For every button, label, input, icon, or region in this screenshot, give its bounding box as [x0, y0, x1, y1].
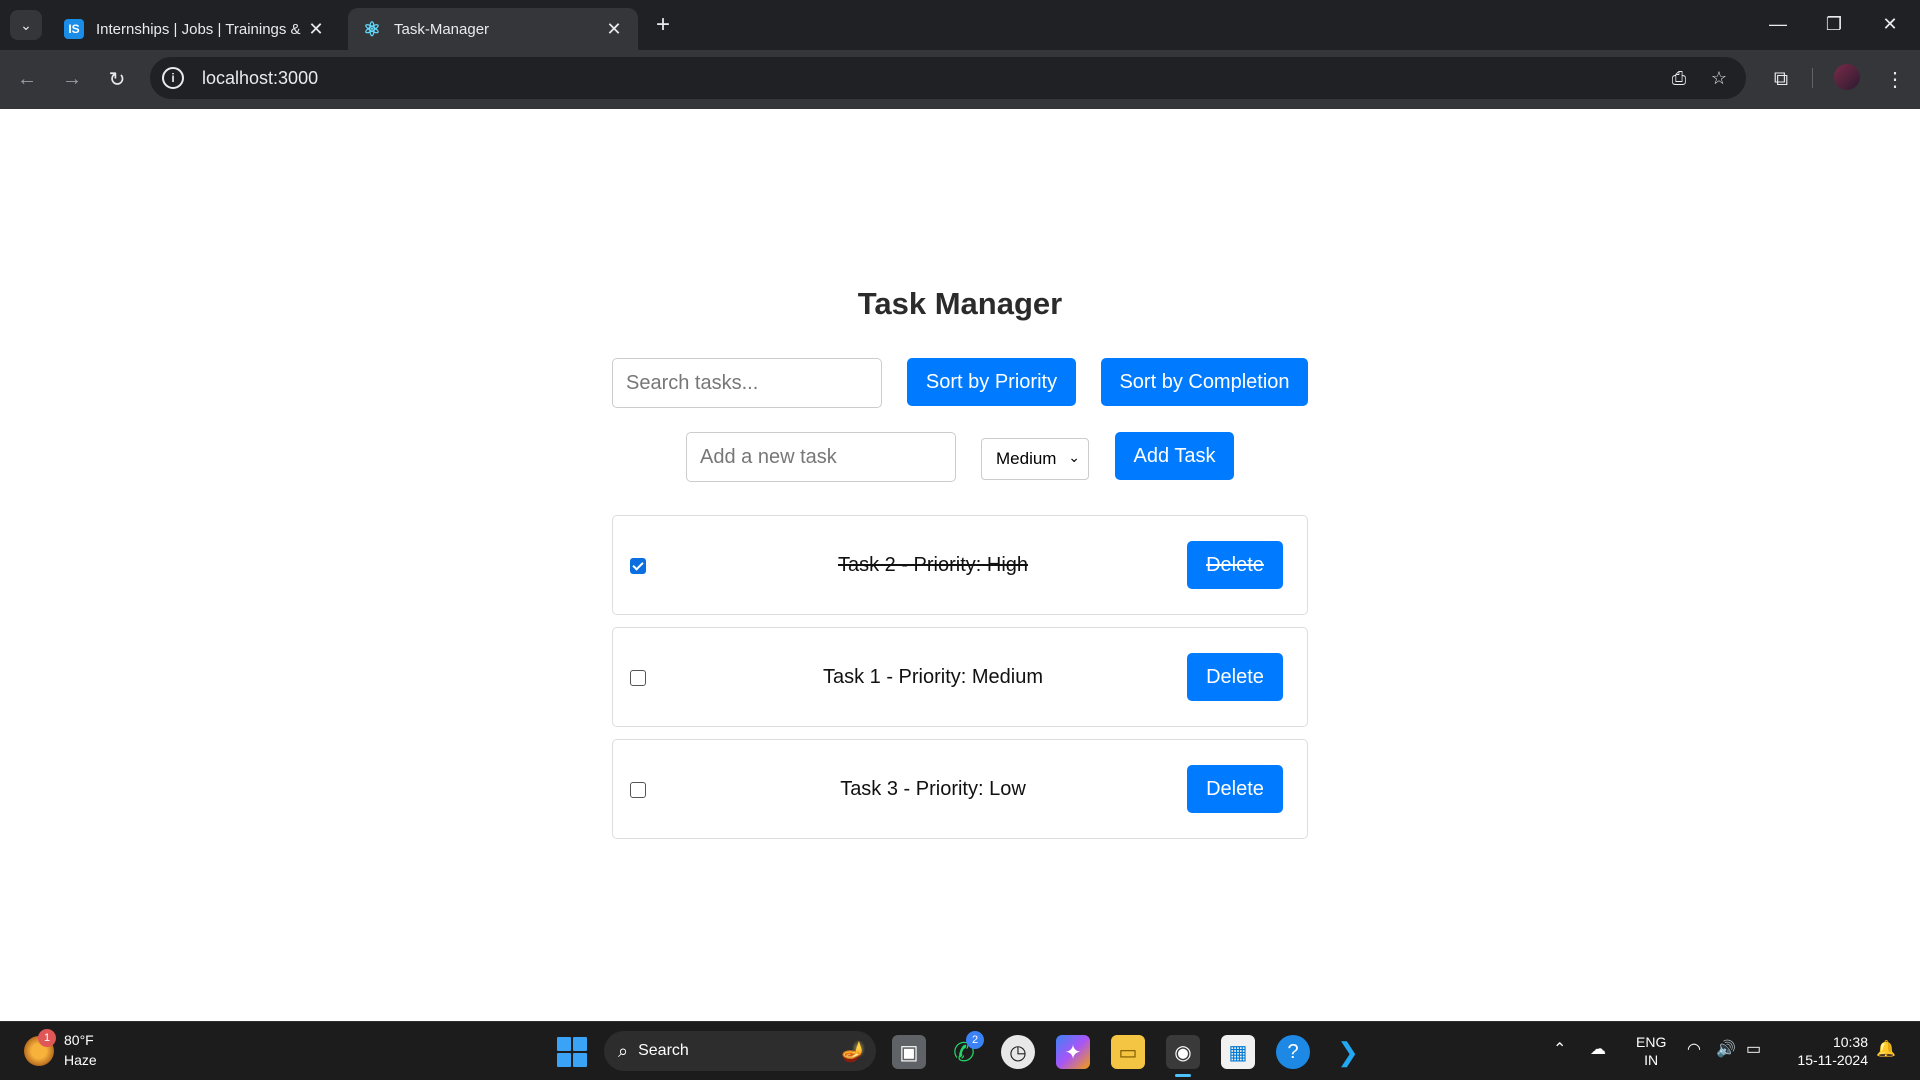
- notification-bell-icon[interactable]: 🔔: [1876, 1039, 1896, 1059]
- address-bar[interactable]: i localhost:3000 ⎙ ☆: [150, 57, 1746, 99]
- page-content: Task Manager Sort by Priority Sort by Co…: [0, 109, 1920, 1021]
- task-item: Task 2 - Priority: High Delete: [612, 515, 1308, 615]
- task-item: Task 1 - Priority: Medium Delete: [612, 627, 1308, 727]
- new-tab-button[interactable]: +: [650, 11, 676, 38]
- close-tab-icon[interactable]: ✕: [306, 19, 326, 40]
- search-highlight-icon: 🪔: [841, 1041, 866, 1063]
- vscode-icon[interactable]: ❯: [1331, 1035, 1365, 1069]
- volume-icon[interactable]: 🔊: [1716, 1039, 1736, 1059]
- react-icon: ⚛: [363, 18, 381, 41]
- task-complete-checkbox[interactable]: [630, 558, 646, 574]
- whatsapp-badge: 2: [966, 1031, 984, 1049]
- minimize-icon[interactable]: —: [1760, 8, 1796, 40]
- sort-by-completion-button[interactable]: Sort by Completion: [1101, 358, 1308, 406]
- close-window-icon[interactable]: ✕: [1872, 8, 1908, 40]
- taskbar-search[interactable]: ⌕ Search 🪔: [604, 1031, 876, 1071]
- wifi-icon[interactable]: ◠: [1687, 1039, 1701, 1059]
- task-label: Task 3 - Priority: Low: [840, 778, 1026, 800]
- restore-icon[interactable]: ❐: [1816, 8, 1852, 40]
- browser-toolbar: ← → ↻ i localhost:3000 ⎙ ☆ ⧉ ⋮: [0, 50, 1920, 109]
- weather-condition[interactable]: Haze: [64, 1052, 97, 1068]
- install-app-icon[interactable]: ⎙: [1666, 65, 1692, 91]
- clock-app-icon[interactable]: ◷: [1001, 1035, 1035, 1069]
- browser-tab-bar: ⌄ IS Internships | Jobs | Trainings & I …: [0, 0, 1920, 50]
- tab-title: Internships | Jobs | Trainings & I: [96, 20, 306, 38]
- tab-title: Task-Manager: [394, 20, 490, 38]
- clock-time: 10:38: [1832, 1034, 1868, 1050]
- tab-internships[interactable]: IS Internships | Jobs | Trainings & I ✕: [50, 8, 340, 50]
- task-complete-checkbox[interactable]: [630, 670, 646, 686]
- internshala-favicon-icon: IS: [64, 19, 84, 39]
- profile-avatar[interactable]: [1834, 64, 1860, 90]
- windows-taskbar: 1 80°F Haze ⌕ Search 🪔 ▣ ✆ 2 ◷ ✦ ▭ ◉ ▦ ?…: [0, 1021, 1920, 1080]
- region-code: IN: [1644, 1052, 1659, 1068]
- weather-badge: 1: [38, 1029, 56, 1047]
- language-code: ENG: [1636, 1034, 1667, 1050]
- file-explorer-icon[interactable]: ▭: [1111, 1035, 1145, 1069]
- tab-task-manager[interactable]: ⚛ Task-Manager ✕: [348, 8, 638, 50]
- page-title: Task Manager: [857, 286, 1063, 321]
- task-complete-checkbox[interactable]: [630, 782, 646, 798]
- weather-temperature[interactable]: 80°F: [64, 1032, 94, 1048]
- task-item: Task 3 - Priority: Low Delete: [612, 739, 1308, 839]
- delete-task-button[interactable]: Delete: [1187, 653, 1283, 701]
- task-label: Task 2 - Priority: High: [837, 554, 1029, 576]
- microsoft-store-icon[interactable]: ▦: [1221, 1035, 1255, 1069]
- chevron-down-icon: ⌄: [1068, 449, 1080, 465]
- priority-select[interactable]: Medium ⌄: [981, 438, 1089, 480]
- add-task-button[interactable]: Add Task: [1115, 432, 1234, 480]
- back-icon[interactable]: ←: [12, 64, 42, 94]
- url-text[interactable]: localhost:3000: [202, 68, 318, 89]
- clock-date: 15-11-2024: [1797, 1052, 1868, 1068]
- close-tab-icon[interactable]: ✕: [604, 19, 624, 40]
- battery-icon[interactable]: ▭: [1746, 1039, 1761, 1059]
- system-clock[interactable]: 10:38 15-11-2024: [1788, 1033, 1868, 1069]
- site-info-icon[interactable]: i: [162, 67, 184, 89]
- copilot-icon[interactable]: ✦: [1056, 1035, 1090, 1069]
- show-hidden-icons-icon[interactable]: ⌃: [1553, 1039, 1566, 1059]
- tab-search-menu-button[interactable]: ⌄: [10, 10, 42, 40]
- taskbar-search-label: Search: [638, 1042, 689, 1059]
- task-label: Task 1 - Priority: Medium: [822, 666, 1044, 688]
- search-icon: ⌕: [618, 1040, 629, 1061]
- onedrive-icon[interactable]: ☁: [1590, 1039, 1606, 1059]
- sort-by-priority-button[interactable]: Sort by Priority: [907, 358, 1076, 406]
- search-input[interactable]: [612, 358, 882, 408]
- reload-icon[interactable]: ↻: [102, 64, 132, 94]
- new-task-input[interactable]: [686, 432, 956, 482]
- forward-icon[interactable]: →: [57, 64, 87, 94]
- get-help-icon[interactable]: ?: [1276, 1035, 1310, 1069]
- input-language-indicator[interactable]: ENG IN: [1636, 1033, 1666, 1069]
- more-menu-icon[interactable]: ⋮: [1880, 64, 1910, 94]
- bookmark-star-icon[interactable]: ☆: [1706, 65, 1732, 91]
- delete-task-button[interactable]: Delete: [1187, 541, 1283, 589]
- windows-start-icon[interactable]: [557, 1037, 587, 1067]
- delete-task-button[interactable]: Delete: [1187, 765, 1283, 813]
- extensions-icon[interactable]: ⧉: [1766, 64, 1796, 94]
- task-view-icon[interactable]: ▣: [892, 1035, 926, 1069]
- chrome-icon[interactable]: ◉: [1166, 1035, 1200, 1077]
- priority-select-value: Medium: [996, 449, 1057, 468]
- toolbar-divider: [1812, 68, 1813, 88]
